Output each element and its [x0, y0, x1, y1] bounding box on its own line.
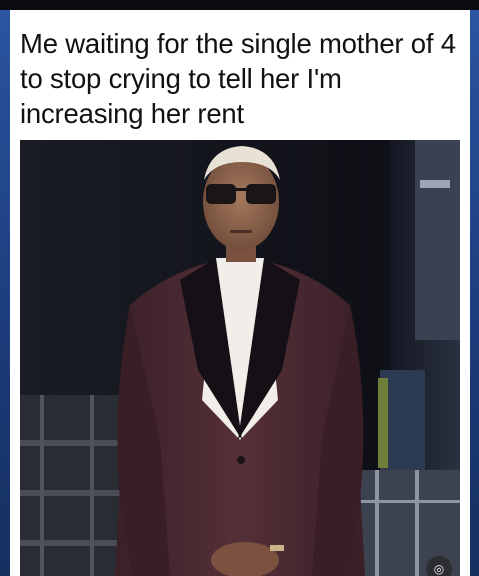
meme-caption: Me waiting for the single mother of 4 to… — [20, 28, 456, 129]
meme-photo: ◎ — [20, 140, 460, 576]
meme-card: Me waiting for the single mother of 4 to… — [10, 10, 470, 576]
top-strip — [0, 0, 479, 10]
visual-search-icon[interactable]: ◎ — [426, 556, 452, 576]
photo-illustration — [20, 140, 460, 576]
